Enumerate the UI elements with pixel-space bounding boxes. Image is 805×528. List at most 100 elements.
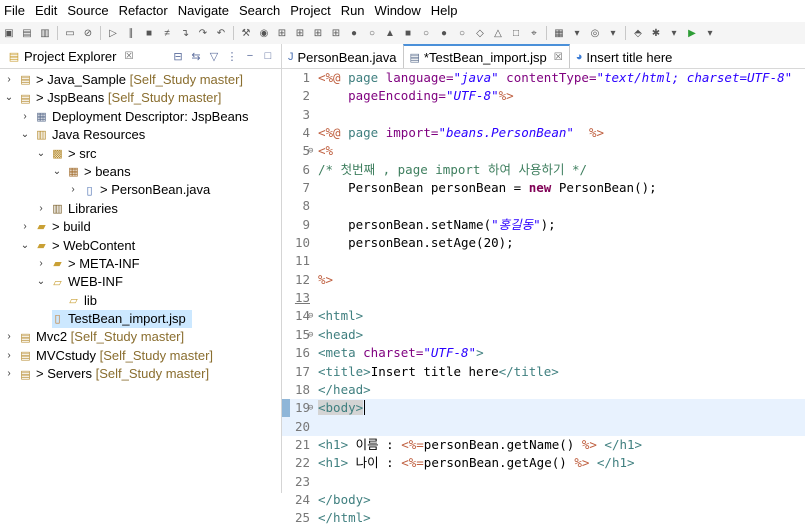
code-line[interactable]: 17 <title>Insert title here</title> <box>282 363 805 381</box>
code-line[interactable]: 16 <meta charset="UTF-8"> <box>282 344 805 362</box>
menu-window[interactable]: Window <box>370 0 426 22</box>
tree-item[interactable]: › ▥ Libraries <box>0 200 281 218</box>
fold-toggle-icon[interactable]: ⊖ <box>308 142 313 160</box>
code-line[interactable]: 1 <%@ page language="java" contentType="t… <box>282 69 805 87</box>
save-all-icon[interactable]: ▥ <box>38 26 52 40</box>
tree-item[interactable]: › ▯ > PersonBean.java <box>0 181 281 199</box>
chevron-down-icon[interactable]: ⌄ <box>20 126 30 144</box>
tree-item[interactable]: ▯ TestBean_import.jsp <box>52 310 192 329</box>
dropdown-icon[interactable]: ▾ <box>606 26 620 40</box>
dot-icon[interactable]: ● <box>347 26 361 40</box>
run-icon[interactable]: ▶ <box>685 26 699 40</box>
code-line[interactable]: 13 <box>282 289 805 307</box>
dropdown-icon[interactable]: ▾ <box>667 26 681 40</box>
server-start-icon[interactable]: ◎ <box>588 26 602 40</box>
dropdown-icon[interactable]: ▾ <box>703 26 717 40</box>
code-line[interactable]: 21 <h1> 이름 : <%=personBean.getName() %> <… <box>282 436 805 454</box>
step-into-icon[interactable]: ↴ <box>178 26 192 40</box>
chevron-right-icon[interactable]: › <box>68 181 78 199</box>
code-line[interactable]: 10 personBean.setAge(20); <box>282 234 805 252</box>
code-line[interactable]: 4 <%@ page import="beans.PersonBean" %> <box>282 124 805 142</box>
square-icon[interactable]: □ <box>509 26 523 40</box>
save-icon[interactable]: ▤ <box>20 26 34 40</box>
chevron-down-icon[interactable]: ⌄ <box>20 237 30 255</box>
chevron-down-icon[interactable]: ⌄ <box>36 145 46 163</box>
new-icon[interactable]: ▣ <box>2 26 16 40</box>
code-line[interactable]: 7 PersonBean personBean = new PersonBean… <box>282 179 805 197</box>
code-line[interactable]: 24 </body> <box>282 491 805 509</box>
code-line[interactable]: 12 %> <box>282 271 805 289</box>
menu-search[interactable]: Search <box>234 0 285 22</box>
code-line[interactable]: 11 <box>282 252 805 270</box>
disconnect-icon[interactable]: ≠ <box>160 26 174 40</box>
circle-icon[interactable]: ○ <box>365 26 379 40</box>
table-icon[interactable]: ⊞ <box>293 26 307 40</box>
close-icon[interactable]: ☒ <box>124 51 133 62</box>
table-icon[interactable]: ⊞ <box>275 26 289 40</box>
circle-icon[interactable]: ○ <box>419 26 433 40</box>
chevron-right-icon[interactable]: › <box>4 328 14 346</box>
menu-navigate[interactable]: Navigate <box>173 0 234 22</box>
build-icon[interactable]: ⚒ <box>239 26 253 40</box>
triangle-icon[interactable]: △ <box>491 26 505 40</box>
tree-item[interactable]: ⌄ ▰ > WebContent <box>0 237 281 255</box>
minimize-icon[interactable]: − <box>243 49 257 63</box>
tab-insert-title-here[interactable]: ◕ Insert title here <box>570 46 679 68</box>
chevron-down-icon[interactable]: ⌄ <box>4 89 14 107</box>
tree-item[interactable]: › ▰ > META-INF <box>0 255 281 273</box>
debug-icon[interactable]: ✱ <box>649 26 663 40</box>
code-line[interactable]: 14 ⊖ <html> <box>282 307 805 325</box>
tree-item[interactable]: ⌄ ▩ > src <box>0 145 281 163</box>
tree-item[interactable]: › ▤ MVCstudy [Self_Study master] <box>0 347 281 365</box>
code-line[interactable]: 25 </html> <box>282 509 805 527</box>
code-line[interactable]: 2 pageEncoding="UTF-8"%> <box>282 87 805 105</box>
menu-source[interactable]: Source <box>62 0 113 22</box>
chevron-right-icon[interactable]: › <box>4 71 14 89</box>
filter-icon[interactable]: ▽ <box>207 49 221 63</box>
code-line[interactable]: 3 <box>282 106 805 124</box>
terminal-icon[interactable]: ▭ <box>63 26 77 40</box>
tree-item[interactable]: ▱ lib <box>0 292 281 310</box>
tree-item[interactable]: › ▰ > build <box>0 218 281 236</box>
chevron-right-icon[interactable]: › <box>4 365 14 383</box>
tab-personbean-java[interactable]: J PersonBean.java <box>282 46 403 68</box>
menu-help[interactable]: Help <box>426 0 463 22</box>
menu-file[interactable]: File <box>0 0 30 22</box>
suspend-icon[interactable]: ∥ <box>124 26 138 40</box>
table-icon[interactable]: ⊞ <box>329 26 343 40</box>
maximize-icon[interactable]: □ <box>261 49 275 63</box>
code-line[interactable]: 8 <box>282 197 805 215</box>
chevron-right-icon[interactable]: › <box>20 108 30 126</box>
skip-breakpoints-icon[interactable]: ⊘ <box>81 26 95 40</box>
project-explorer-tab[interactable]: ▤ Project Explorer ☒ <box>0 49 134 64</box>
tab--testbean-import-jsp[interactable]: ▤ *TestBean_import.jsp ☒ <box>402 44 570 68</box>
tree-item[interactable]: › ▤ Mvc2 [Self_Study master] <box>0 328 281 346</box>
fold-toggle-icon[interactable]: ⊖ <box>308 399 313 417</box>
code-line[interactable]: 5 ⊖ <% <box>282 142 805 160</box>
chevron-right-icon[interactable]: › <box>36 255 46 273</box>
fold-toggle-icon[interactable]: ⊖ <box>308 307 313 325</box>
step-return-icon[interactable]: ↶ <box>214 26 228 40</box>
menu-refactor[interactable]: Refactor <box>114 0 173 22</box>
pin-icon[interactable]: ⌖ <box>527 26 541 40</box>
server-icon[interactable]: ◉ <box>257 26 271 40</box>
view-menu-icon[interactable]: ⋮ <box>225 49 239 63</box>
external-tools-icon[interactable]: ▦ <box>552 26 566 40</box>
circle-icon[interactable]: ○ <box>455 26 469 40</box>
square-icon[interactable]: ■ <box>401 26 415 40</box>
code-line[interactable]: 9 personBean.setName("홍길동"); <box>282 216 805 234</box>
resume-icon[interactable]: ▷ <box>106 26 120 40</box>
menu-edit[interactable]: Edit <box>30 0 62 22</box>
chevron-right-icon[interactable]: › <box>36 200 46 218</box>
chevron-down-icon[interactable]: ⌄ <box>52 163 62 181</box>
link-with-editor-icon[interactable]: ⇆ <box>189 49 203 63</box>
code-line[interactable]: 23 <box>282 473 805 491</box>
code-line[interactable]: 18 </head> <box>282 381 805 399</box>
tree-item[interactable]: ⌄ ▱ WEB-INF <box>0 273 281 291</box>
chevron-right-icon[interactable]: › <box>20 218 30 236</box>
chevron-right-icon[interactable]: › <box>4 347 14 365</box>
code-editor[interactable]: 1 <%@ page language="java" contentType="t… <box>282 69 805 528</box>
fold-toggle-icon[interactable]: ⊖ <box>308 326 313 344</box>
step-over-icon[interactable]: ↷ <box>196 26 210 40</box>
chevron-down-icon[interactable]: ⌄ <box>36 273 46 291</box>
